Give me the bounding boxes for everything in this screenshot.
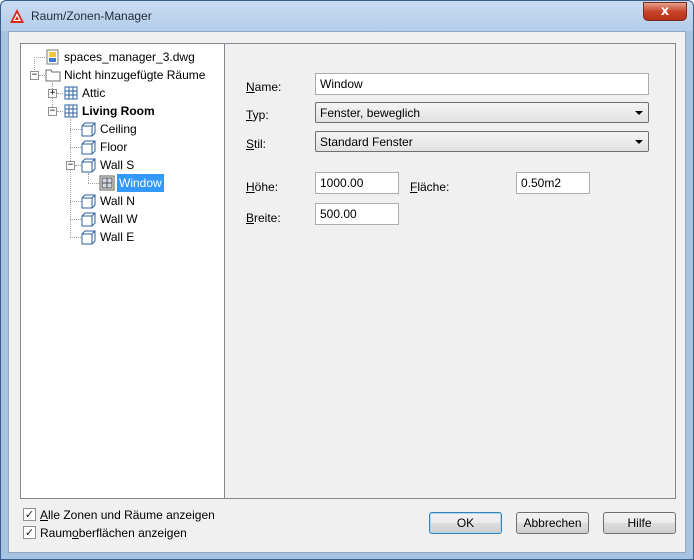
tree-item-label: Nicht hinzugefügte Räume (64, 68, 206, 82)
show-surfaces-option[interactable]: ✓ Raumoberflächen anzeigen (23, 525, 223, 541)
tree-item-label: Living Room (82, 104, 155, 118)
space-tree[interactable]: spaces_manager_3.dwg − Nicht hinzugefügt… (20, 43, 228, 499)
tree-item-attic[interactable]: + Attic (21, 84, 221, 102)
tree-item-wall-e[interactable]: Wall E (21, 228, 221, 246)
style-selected-value: Standard Fenster (320, 135, 413, 149)
tree-item-ceiling[interactable]: Ceiling (21, 120, 221, 138)
dialog-window: Raum/Zonen-Manager x spaces_manager_3.dw… (0, 0, 694, 560)
show-surfaces-checkbox[interactable]: ✓ (23, 526, 36, 539)
expand-toggle[interactable]: + (48, 89, 57, 98)
height-field[interactable]: 1000.00 (315, 172, 399, 194)
tree-item-label: Wall E (100, 230, 135, 244)
tree-item-drawing[interactable]: spaces_manager_3.dwg (21, 48, 221, 66)
autocad-app-icon (10, 9, 24, 23)
zone-icon (64, 86, 78, 100)
width-label: Breite: (246, 211, 281, 225)
cancel-button[interactable]: Abbrechen (516, 512, 589, 534)
name-field[interactable]: Window (315, 73, 649, 95)
tree-item-wall-s[interactable]: − Wall S (21, 156, 221, 174)
surface-icon (81, 122, 96, 137)
window-icon (99, 175, 115, 191)
tree-item-label: Attic (82, 86, 106, 100)
type-label: Typ: (246, 108, 269, 122)
dwg-file-icon (46, 49, 59, 65)
tree-item-wall-n[interactable]: Wall N (21, 192, 221, 210)
surface-icon (81, 194, 96, 209)
collapse-toggle[interactable]: − (30, 71, 39, 80)
name-label: Name: (246, 80, 282, 94)
close-button[interactable]: x (643, 2, 687, 21)
folder-icon (45, 69, 61, 82)
properties-panel: Name: Window Typ: Fenster, beweglich Sti… (224, 43, 676, 499)
tree-item-wall-w[interactable]: Wall W (21, 210, 221, 228)
tree-item-unassigned[interactable]: − Nicht hinzugefügte Räume (21, 66, 221, 84)
type-selected-value: Fenster, beweglich (320, 106, 421, 120)
title-bar[interactable]: Raum/Zonen-Manager x (1, 1, 693, 31)
ok-button[interactable]: OK (429, 512, 502, 534)
surface-icon (81, 230, 96, 245)
show-surfaces-label: Raumoberflächen anzeigen (40, 526, 187, 540)
zone-icon (64, 104, 78, 118)
collapse-toggle[interactable]: − (48, 107, 57, 116)
tree-item-label: Wall S (100, 158, 135, 172)
dialog-client-area: spaces_manager_3.dwg − Nicht hinzugefügt… (8, 31, 686, 553)
surface-icon (81, 158, 96, 173)
surface-icon (81, 212, 96, 227)
type-dropdown[interactable]: Fenster, beweglich (315, 102, 649, 123)
chevron-down-icon (635, 140, 643, 144)
tree-item-label: Floor (100, 140, 128, 154)
width-field[interactable]: 500.00 (315, 203, 399, 225)
chevron-down-icon (635, 111, 643, 115)
tree-item-label: spaces_manager_3.dwg (64, 50, 195, 64)
area-field[interactable]: 0.50m2 (516, 172, 590, 194)
tree-item-window[interactable]: Window (21, 174, 221, 192)
window-title: Raum/Zonen-Manager (31, 9, 152, 23)
surface-icon (81, 140, 96, 155)
style-dropdown[interactable]: Standard Fenster (315, 131, 649, 152)
show-all-zones-label: Alle Zonen und Räume anzeigen (40, 508, 215, 522)
help-button[interactable]: Hilfe (603, 512, 676, 534)
tree-item-floor[interactable]: Floor (21, 138, 221, 156)
height-label: Höhe: (246, 180, 279, 194)
tree-item-label: Wall W (100, 212, 138, 226)
collapse-toggle[interactable]: − (66, 161, 75, 170)
tree-item-living-room[interactable]: − Living Room (21, 102, 221, 120)
show-all-zones-checkbox[interactable]: ✓ (23, 508, 36, 521)
show-all-zones-option[interactable]: ✓ Alle Zonen und Räume anzeigen (23, 507, 223, 523)
tree-item-label: Ceiling (100, 122, 137, 136)
tree-item-label: Wall N (100, 194, 135, 208)
area-label: Fläche: (410, 180, 450, 194)
style-label: Stil: (246, 137, 267, 151)
tree-item-label: Window (117, 174, 164, 192)
